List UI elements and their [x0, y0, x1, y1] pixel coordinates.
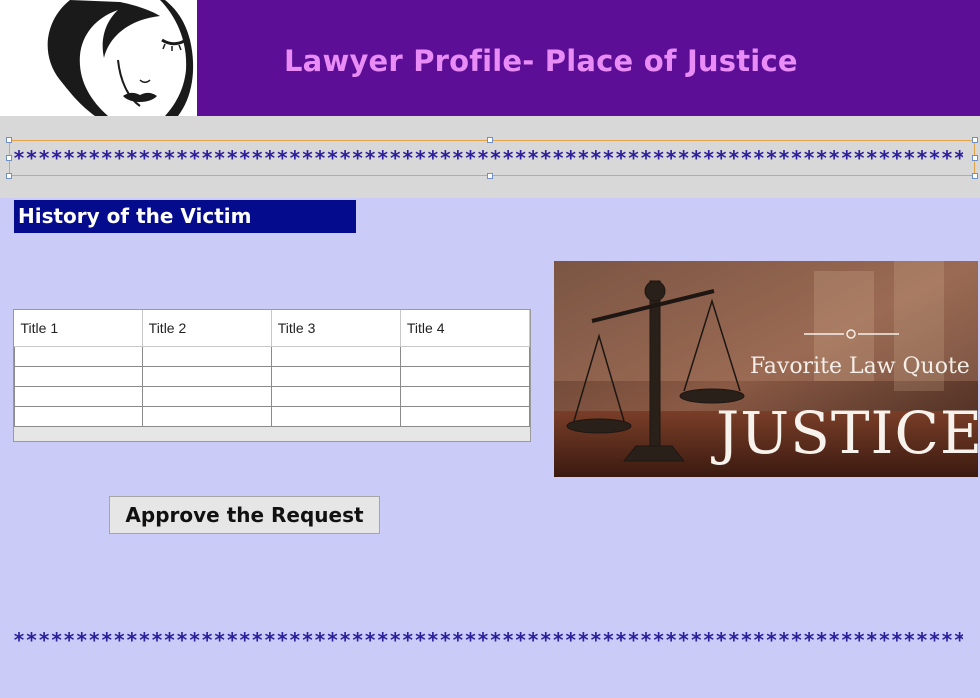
- woman-face-logo: [0, 0, 197, 116]
- resize-handle[interactable]: [487, 173, 493, 179]
- column-header[interactable]: Title 4: [400, 310, 531, 347]
- resize-handle[interactable]: [972, 137, 978, 143]
- table-cell[interactable]: [14, 385, 143, 407]
- table-row[interactable]: [14, 405, 531, 427]
- justice-scales-image: Favorite Law Quote JUSTICE: [554, 261, 978, 477]
- column-header[interactable]: Title 2: [142, 310, 272, 347]
- column-header[interactable]: Title 3: [271, 310, 401, 347]
- resize-handle[interactable]: [972, 173, 978, 179]
- table-cell[interactable]: [141, 405, 272, 427]
- table-row[interactable]: [14, 385, 531, 407]
- table-cell[interactable]: [141, 345, 272, 367]
- table-row[interactable]: [14, 365, 531, 387]
- resize-handle[interactable]: [6, 137, 12, 143]
- header-bar: Lawyer Profile- Place of Justice: [0, 0, 980, 116]
- table-cell[interactable]: [14, 365, 143, 387]
- section-heading: History of the Victim: [14, 200, 356, 233]
- table-cell[interactable]: [270, 345, 401, 367]
- table-row[interactable]: [14, 345, 531, 367]
- page-title: Lawyer Profile- Place of Justice: [284, 44, 798, 78]
- table-cell[interactable]: [14, 405, 143, 427]
- quote-label: Favorite Law Quote: [750, 354, 970, 379]
- table-cell[interactable]: [14, 345, 143, 367]
- woman-face-icon: [47, 0, 194, 116]
- resize-handle[interactable]: [972, 155, 978, 161]
- table-cell[interactable]: [270, 385, 401, 407]
- top-stars-divider: ****************************************…: [13, 146, 963, 170]
- table-cell[interactable]: [399, 345, 531, 367]
- table-cell[interactable]: [141, 365, 272, 387]
- table-cell[interactable]: [270, 405, 401, 427]
- resize-handle[interactable]: [6, 173, 12, 179]
- table-cell[interactable]: [270, 365, 401, 387]
- justice-word: JUSTICE: [711, 399, 978, 467]
- column-header[interactable]: Title 1: [14, 310, 143, 347]
- table-cell[interactable]: [399, 405, 531, 427]
- table-cell[interactable]: [399, 365, 531, 387]
- resize-handle[interactable]: [487, 137, 493, 143]
- approve-request-button[interactable]: Approve the Request: [109, 496, 380, 534]
- table-cell[interactable]: [141, 385, 272, 407]
- resize-handle[interactable]: [6, 155, 12, 161]
- victim-history-grid[interactable]: Title 1 Title 2 Title 3 Title 4: [13, 309, 531, 442]
- table-cell[interactable]: [399, 385, 531, 407]
- bottom-stars-divider: ****************************************…: [13, 628, 963, 652]
